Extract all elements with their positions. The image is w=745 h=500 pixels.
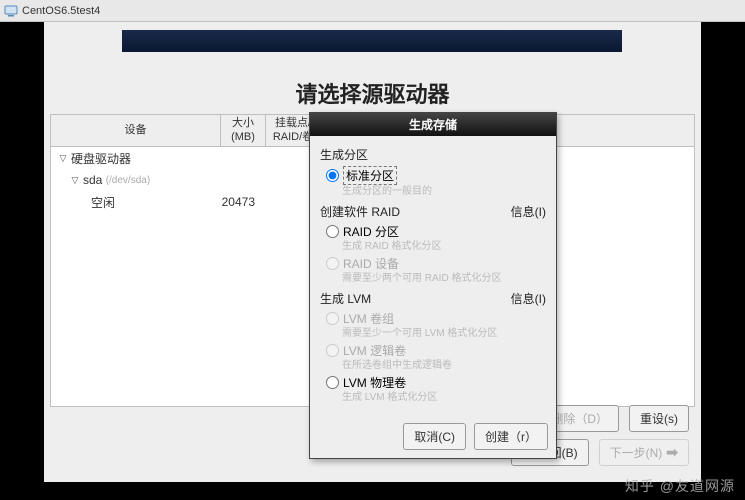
vm-icon xyxy=(4,4,18,18)
disk-label: sda xyxy=(83,173,102,187)
window-titlebar: CentOS6.5test4 xyxy=(0,0,745,22)
create-storage-dialog: 生成存储 生成分区 标准分区 生成分区的一般目的 创建软件 RAID 信息(I) xyxy=(309,112,557,459)
page-title: 请选择源驱动器 xyxy=(44,77,701,109)
option-raid-partition[interactable]: RAID 分区 xyxy=(320,222,546,240)
dialog-footer: 取消(C) 创建（r） xyxy=(310,417,556,458)
radio-standard[interactable] xyxy=(326,169,339,182)
lvm-lv-label: LVM 逻辑卷 xyxy=(343,342,406,359)
lvm-info-link[interactable]: 信息(I) xyxy=(511,290,546,307)
reset-button[interactable]: 重设(s) xyxy=(629,405,689,432)
radio-lvm-vg xyxy=(326,312,339,325)
raid-part-label: RAID 分区 xyxy=(343,223,399,240)
lvm-vg-hint: 需要至少一个可用 LVM 格式化分区 xyxy=(320,327,546,341)
option-raid-device: RAID 设备 xyxy=(320,254,546,272)
dialog-title: 生成存储 xyxy=(310,113,556,136)
col-device: 设备 xyxy=(51,115,221,146)
chevron-down-icon[interactable]: ▽ xyxy=(69,174,81,186)
top-banner xyxy=(122,30,622,52)
next-button[interactable]: 下一步(N)➡ xyxy=(599,439,689,466)
lvm-header: 生成 LVM 信息(I) xyxy=(320,290,546,307)
lvm-header-label: 生成 LVM xyxy=(320,290,371,307)
lvm-lv-hint: 在所选卷组中生成逻辑卷 xyxy=(320,359,546,373)
free-size: 20473 xyxy=(213,195,263,209)
installer-panel: 请选择源驱动器 设备 大小 (MB) 挂载点/ RAID/卷 类型 ▽ 硬盘驱动… xyxy=(44,22,701,482)
col-size: 大小 (MB) xyxy=(221,115,266,146)
dialog-body: 生成分区 标准分区 生成分区的一般目的 创建软件 RAID 信息(I) RAID… xyxy=(310,136,556,417)
standard-hint: 生成分区的一般目的 xyxy=(320,185,546,199)
next-label: 下一步(N) xyxy=(610,444,663,461)
cancel-button[interactable]: 取消(C) xyxy=(403,423,466,450)
section-lvm: 生成 LVM 信息(I) LVM 卷组 需要至少一个可用 LVM 格式化分区 L… xyxy=(320,290,546,405)
raid-header: 创建软件 RAID 信息(I) xyxy=(320,203,546,220)
standard-label: 标准分区 xyxy=(343,166,397,185)
raid-part-hint: 生成 RAID 格式化分区 xyxy=(320,240,546,254)
option-lvm-lv: LVM 逻辑卷 xyxy=(320,341,546,359)
option-standard-partition[interactable]: 标准分区 xyxy=(320,165,546,185)
partition-header: 生成分区 xyxy=(320,146,546,163)
arrow-right-icon: ➡ xyxy=(666,444,678,461)
radio-raid-part[interactable] xyxy=(326,225,339,238)
lvm-pv-label: LVM 物理卷 xyxy=(343,374,406,391)
create-dialog-button[interactable]: 创建（r） xyxy=(474,423,548,450)
window-title: CentOS6.5test4 xyxy=(22,5,100,17)
raid-dev-hint: 需要至少两个可用 RAID 格式化分区 xyxy=(320,272,546,286)
radio-lvm-pv[interactable] xyxy=(326,376,339,389)
raid-info-link[interactable]: 信息(I) xyxy=(511,203,546,220)
option-lvm-pv[interactable]: LVM 物理卷 xyxy=(320,373,546,391)
section-partition: 生成分区 标准分区 生成分区的一般目的 xyxy=(320,146,546,199)
option-lvm-vg: LVM 卷组 xyxy=(320,309,546,327)
free-label: 空闲 xyxy=(91,194,213,211)
stage: 请选择源驱动器 设备 大小 (MB) 挂载点/ RAID/卷 类型 ▽ 硬盘驱动… xyxy=(0,22,745,500)
radio-raid-dev xyxy=(326,257,339,270)
raid-header-label: 创建软件 RAID xyxy=(320,203,400,220)
chevron-down-icon[interactable]: ▽ xyxy=(57,152,69,164)
section-raid: 创建软件 RAID 信息(I) RAID 分区 生成 RAID 格式化分区 RA… xyxy=(320,203,546,286)
disk-dev: (/dev/sda) xyxy=(106,175,150,186)
raid-dev-label: RAID 设备 xyxy=(343,255,399,272)
group-label: 硬盘驱动器 xyxy=(71,150,223,167)
radio-lvm-lv xyxy=(326,344,339,357)
lvm-pv-hint: 生成 LVM 格式化分区 xyxy=(320,391,546,405)
lvm-vg-label: LVM 卷组 xyxy=(343,310,394,327)
